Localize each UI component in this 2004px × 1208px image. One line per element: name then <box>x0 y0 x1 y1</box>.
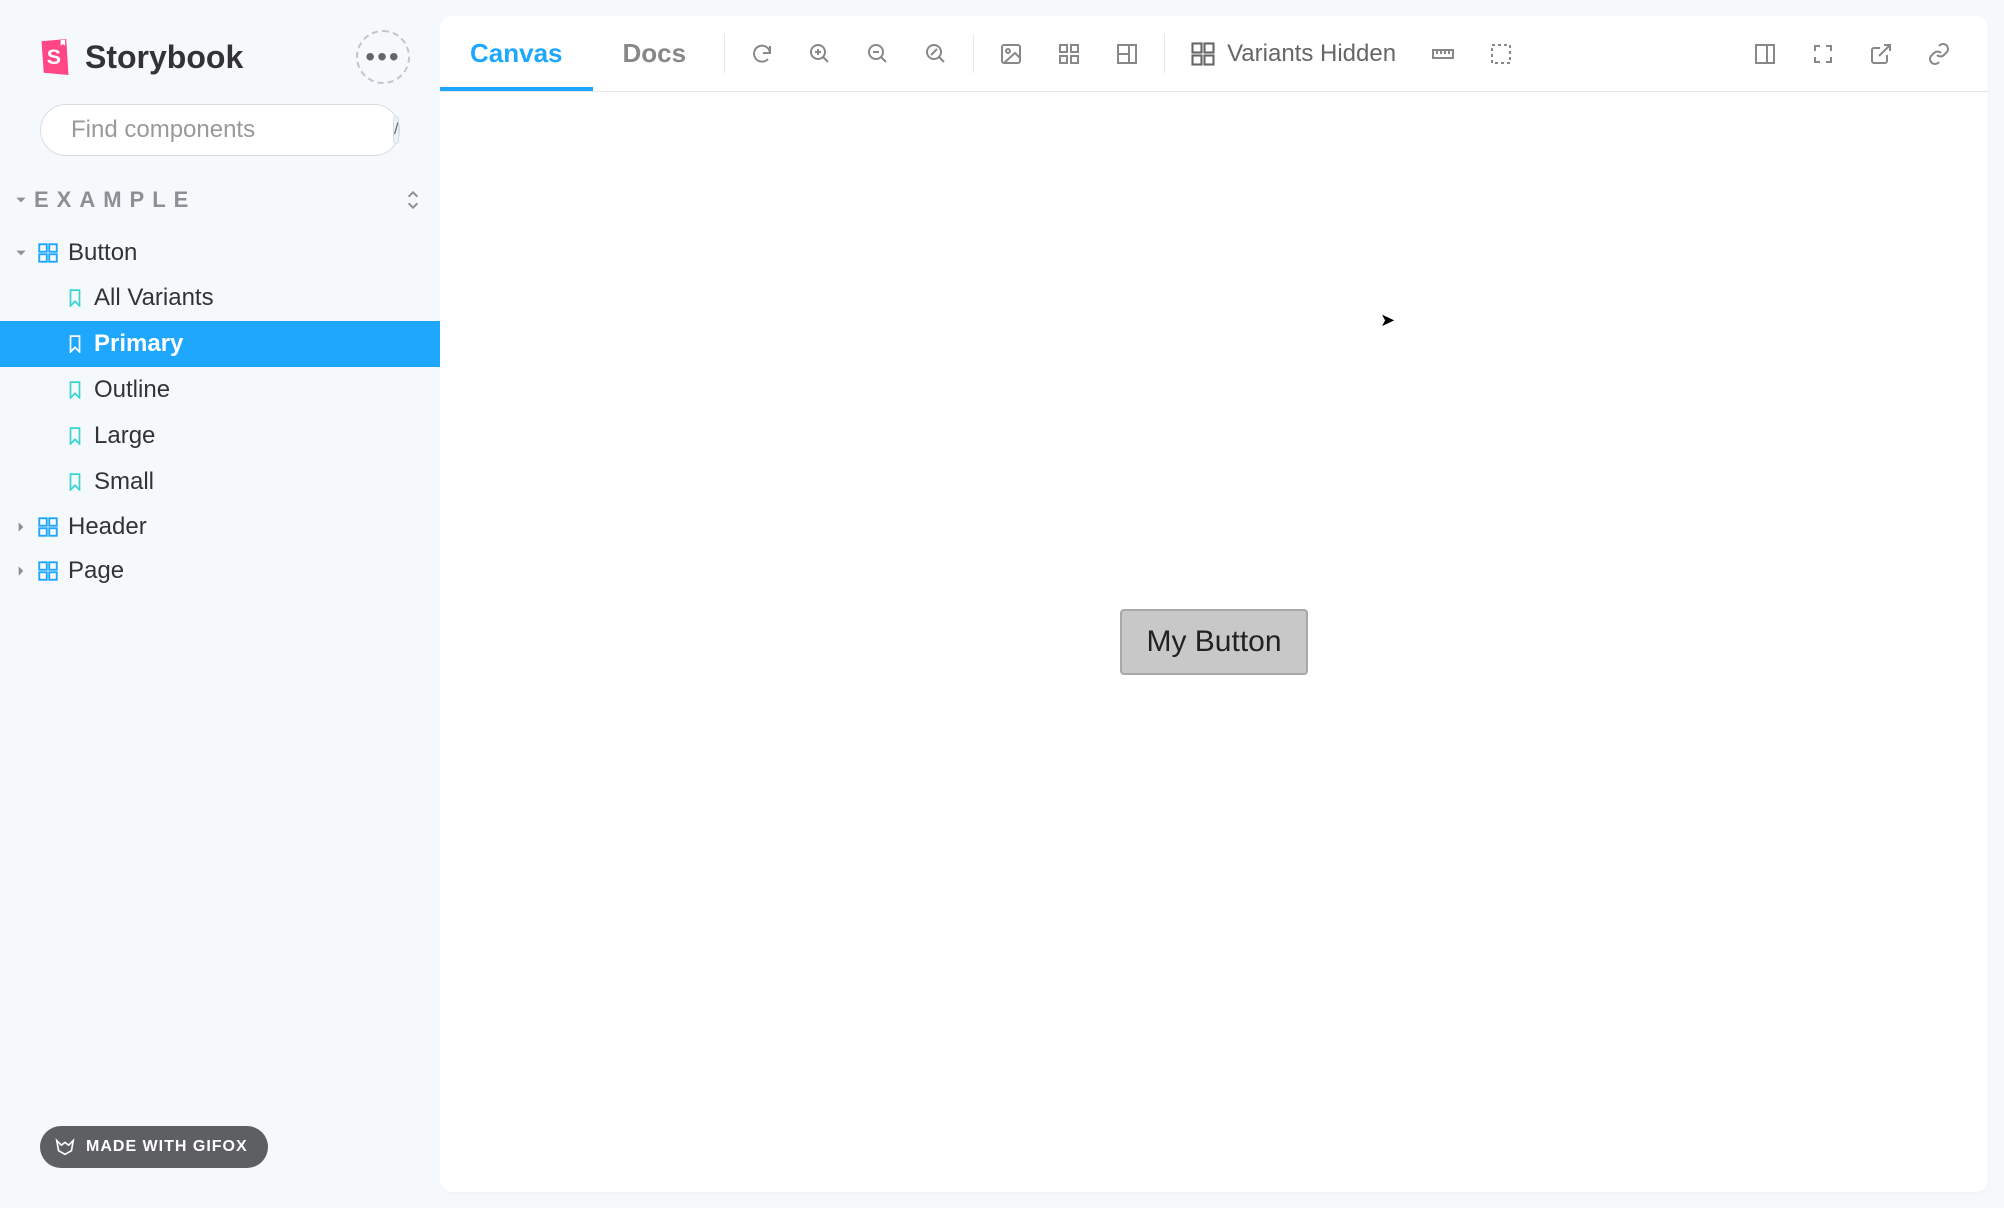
component-tree: Button All Variants Primary Outline Larg… <box>0 219 440 593</box>
more-button[interactable]: ••• <box>356 30 410 84</box>
story-small[interactable]: Small <box>0 459 440 505</box>
component-icon <box>38 243 58 263</box>
search-shortcut-key: / <box>393 116 399 144</box>
layout-button[interactable] <box>1098 16 1156 91</box>
fullscreen-button[interactable] <box>1794 16 1852 91</box>
ellipsis-icon: ••• <box>365 41 400 73</box>
main-panel: Canvas Docs <box>440 16 1988 1192</box>
link-icon <box>1927 42 1951 66</box>
grid-icon <box>1057 42 1081 66</box>
bookmark-icon <box>66 381 84 399</box>
sidebar-header: S Storybook ••• <box>0 30 440 104</box>
brand-name: Storybook <box>85 39 243 76</box>
zoom-in-button[interactable] <box>791 16 849 91</box>
variants-label: Variants Hidden <box>1227 40 1396 68</box>
component-icon <box>38 561 58 581</box>
image-button[interactable] <box>982 16 1040 91</box>
storybook-logo-icon: S <box>35 39 75 75</box>
outline-icon <box>1489 42 1513 66</box>
story-large[interactable]: Large <box>0 413 440 459</box>
view-group <box>982 16 1156 91</box>
search-box[interactable]: / <box>40 104 400 156</box>
refresh-button[interactable] <box>733 16 791 91</box>
svg-text:S: S <box>47 45 61 69</box>
divider <box>724 34 725 73</box>
open-new-tab-button[interactable] <box>1852 16 1910 91</box>
story-label: Outline <box>94 376 170 404</box>
zoom-out-button[interactable] <box>849 16 907 91</box>
measure-button[interactable] <box>1414 16 1472 91</box>
copy-link-button[interactable] <box>1910 16 1968 91</box>
toolbar: Canvas Docs <box>440 16 1988 92</box>
zoom-out-icon <box>866 42 890 66</box>
tab-docs[interactable]: Docs <box>593 16 717 91</box>
component-page[interactable]: Page <box>0 549 440 593</box>
ruler-icon <box>1431 42 1455 66</box>
external-link-icon <box>1869 42 1893 66</box>
gifox-label: MADE WITH GIFOX <box>86 1138 248 1156</box>
bookmark-icon <box>66 289 84 307</box>
component-icon <box>38 517 58 537</box>
gifox-badge[interactable]: MADE WITH GIFOX <box>40 1126 268 1168</box>
bookmark-icon <box>66 427 84 445</box>
search-input[interactable] <box>71 116 381 144</box>
zoom-group <box>733 16 965 91</box>
component-label: Header <box>68 513 147 541</box>
image-icon <box>999 42 1023 66</box>
variants-icon <box>1191 42 1215 66</box>
story-label: Large <box>94 422 155 450</box>
zoom-reset-button[interactable] <box>907 16 965 91</box>
expand-collapse-icon[interactable] <box>404 189 422 211</box>
preview-button-label: My Button <box>1146 625 1281 658</box>
component-label: Page <box>68 557 124 585</box>
caret-right-icon <box>14 520 28 534</box>
tabs: Canvas Docs <box>440 16 716 91</box>
zoom-reset-icon <box>924 42 948 66</box>
preview-button[interactable]: My Button <box>1120 609 1307 675</box>
caret-down-icon <box>14 246 28 260</box>
divider <box>973 34 974 73</box>
cursor-icon: ➤ <box>1380 310 1395 331</box>
grid-button[interactable] <box>1040 16 1098 91</box>
tab-canvas[interactable]: Canvas <box>440 16 593 91</box>
layout-icon <box>1115 42 1139 66</box>
story-label: Primary <box>94 330 183 358</box>
caret-right-icon <box>14 564 28 578</box>
story-label: All Variants <box>94 284 214 312</box>
main: Canvas Docs <box>440 0 2004 1208</box>
component-label: Button <box>68 239 137 267</box>
outline-button[interactable] <box>1472 16 1530 91</box>
sidebar-toggle-button[interactable] <box>1736 16 1794 91</box>
panel-icon <box>1753 42 1777 66</box>
component-header[interactable]: Header <box>0 505 440 549</box>
tab-label: Docs <box>623 38 687 69</box>
right-group <box>1736 16 1968 91</box>
brand[interactable]: S Storybook <box>35 39 243 76</box>
refresh-icon <box>750 42 774 66</box>
divider <box>1164 34 1165 73</box>
bookmark-icon <box>66 335 84 353</box>
fox-icon <box>54 1136 76 1158</box>
sidebar: S Storybook ••• / EXAMPLE <box>0 0 440 1208</box>
story-primary[interactable]: Primary <box>0 321 440 367</box>
section-title: EXAMPLE <box>34 187 196 213</box>
fullscreen-icon <box>1811 42 1835 66</box>
section-header-example[interactable]: EXAMPLE <box>0 181 440 219</box>
zoom-in-icon <box>808 42 832 66</box>
story-all-variants[interactable]: All Variants <box>0 275 440 321</box>
caret-down-icon <box>14 193 28 207</box>
story-outline[interactable]: Outline <box>0 367 440 413</box>
bookmark-icon <box>66 473 84 491</box>
variants-toggle[interactable]: Variants Hidden <box>1173 16 1414 91</box>
component-button[interactable]: Button <box>0 231 440 275</box>
story-label: Small <box>94 468 154 496</box>
search-container: / <box>0 104 440 181</box>
tab-label: Canvas <box>470 38 563 69</box>
canvas-area: My Button ➤ <box>440 92 1988 1192</box>
